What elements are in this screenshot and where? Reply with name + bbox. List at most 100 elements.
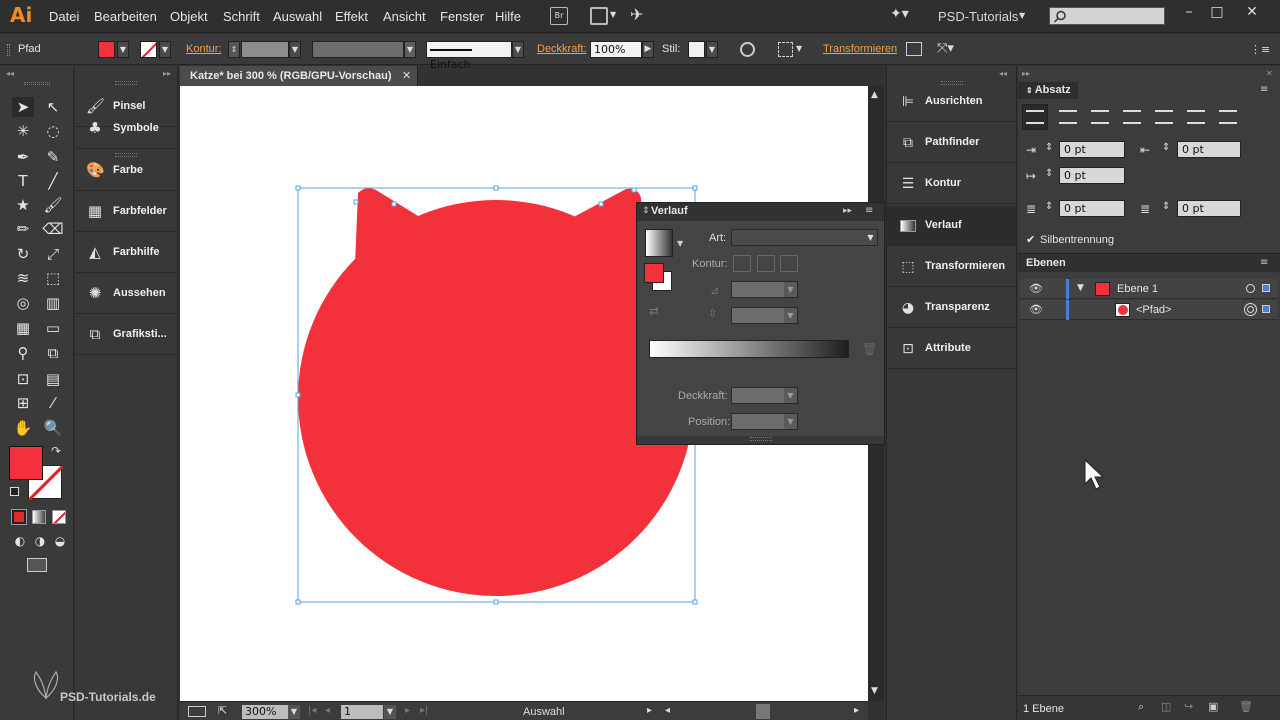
menu-hilfe[interactable]: Hilfe: [495, 9, 521, 24]
arrange-dropdown-icon[interactable]: ▼: [610, 10, 616, 19]
paintbrush-tool-icon[interactable]: 🖌: [42, 195, 64, 215]
next-artboard-icon[interactable]: ▸: [405, 705, 410, 716]
scroll-right-icon[interactable]: ▸: [854, 705, 859, 716]
indent-first-stepper[interactable]: ⇕: [1045, 168, 1053, 179]
aspect-ratio-input[interactable]: ▼: [731, 307, 798, 324]
opacity-slider-arrow-icon[interactable]: ▶: [642, 41, 654, 58]
justify-center-icon[interactable]: [1155, 110, 1173, 124]
column-graph-tool-icon[interactable]: ▤: [42, 369, 64, 389]
zoom-input[interactable]: 300%: [242, 705, 288, 719]
target-selected-icon[interactable]: [1244, 303, 1257, 316]
share-icon[interactable]: ⇱: [218, 704, 227, 717]
control-bar-grip[interactable]: [7, 44, 10, 56]
fill-dropdown-icon[interactable]: ▼: [117, 41, 129, 58]
align-center-icon[interactable]: [1059, 110, 1077, 124]
reverse-gradient-icon[interactable]: ⇄: [649, 304, 659, 318]
dock-item-kontur[interactable]: ☰ Kontur: [887, 164, 1016, 204]
gradient-slider[interactable]: [649, 340, 849, 358]
handle-top-left[interactable]: [295, 185, 301, 191]
curvature-tool-icon[interactable]: ✎: [42, 147, 64, 167]
scroll-down-icon[interactable]: ▼: [871, 686, 878, 696]
indent-right-stepper[interactable]: ⇕: [1162, 142, 1170, 153]
gradient-presets-dropdown-icon[interactable]: ▼: [677, 239, 683, 248]
menu-datei[interactable]: Datei: [49, 9, 79, 24]
maximize-icon[interactable]: □: [1208, 3, 1226, 21]
justify-left-icon[interactable]: [1123, 110, 1141, 124]
new-sublayer-icon[interactable]: ↪: [1184, 700, 1193, 713]
gradient-tool-icon[interactable]: ▭: [42, 318, 64, 338]
zoom-tool-icon[interactable]: 🔍: [42, 418, 64, 438]
bridge-icon[interactable]: Br: [550, 7, 568, 25]
dock-item-ausrichten[interactable]: ⊫ Ausrichten: [887, 82, 1016, 122]
collapse-panel-icon[interactable]: ▸▸: [843, 206, 852, 216]
handle-bottom-left[interactable]: [295, 599, 301, 605]
absatz-panel-title[interactable]: ⇕ Absatz: [1018, 82, 1078, 99]
dock-item-farbe[interactable]: 🎨 Farbe: [75, 151, 178, 191]
expand-left-dock-icon[interactable]: ▸▸: [163, 69, 171, 78]
slice-tool-icon[interactable]: ⁄: [42, 393, 64, 413]
layer-name[interactable]: Ebene 1: [1117, 283, 1158, 295]
cat-shape[interactable]: [298, 188, 694, 596]
space-before-stepper[interactable]: ⇕: [1045, 201, 1053, 212]
hyphenation-label[interactable]: Silbentrennung: [1040, 234, 1114, 246]
panel-menu-icon[interactable]: ≡: [1260, 257, 1268, 268]
scroll-up-icon[interactable]: ▲: [871, 90, 878, 100]
minimize-icon[interactable]: –: [1180, 3, 1198, 21]
eraser-tool-icon[interactable]: ⌫: [42, 219, 64, 239]
recolor-artwork-icon[interactable]: [740, 42, 755, 57]
expand-right-dock-icon[interactable]: ◂◂: [999, 69, 1007, 78]
arrange-documents-icon[interactable]: [590, 7, 608, 25]
stroke-weight-dropdown-icon[interactable]: ▼: [289, 41, 301, 58]
menu-objekt[interactable]: Objekt: [170, 9, 208, 24]
brush-definition-field[interactable]: Einfach: [426, 41, 512, 71]
workspace-switcher-icon[interactable]: ✦▾: [890, 6, 909, 22]
document-tab[interactable]: Katze* bei 300 % (RGB/GPU-Vorschau) ✕: [180, 66, 418, 86]
stroke-within-icon[interactable]: [733, 255, 751, 272]
workspace-dropdown-icon[interactable]: ▼: [1019, 11, 1025, 20]
artboard-number-input[interactable]: 1: [341, 705, 383, 719]
control-bar-menu-icon[interactable]: ⋮≡: [1250, 43, 1270, 56]
direct-selection-tool-icon[interactable]: ↖: [42, 97, 64, 117]
dock-item-farbhilfe[interactable]: ◭ Farbhilfe: [75, 233, 178, 273]
selection-indicator[interactable]: [1262, 305, 1270, 313]
transform-options-icon[interactable]: ⤧▾: [937, 41, 954, 56]
indent-left-stepper[interactable]: ⇕: [1045, 142, 1053, 153]
blend-tool-icon[interactable]: ⧉: [42, 343, 64, 363]
kontur-link[interactable]: Kontur:: [186, 43, 221, 55]
new-layer-icon[interactable]: ▣: [1208, 700, 1218, 713]
gradient-type-select[interactable]: ▼: [731, 229, 878, 246]
shape-builder-tool-icon[interactable]: ◎: [12, 293, 34, 313]
menu-ansicht[interactable]: Ansicht: [383, 9, 426, 24]
justify-all-icon[interactable]: [1219, 110, 1237, 124]
collapse-tools-icon[interactable]: ◂◂: [6, 69, 14, 78]
default-colors-icon[interactable]: [10, 487, 19, 496]
panel-menu-icon[interactable]: ≡: [865, 205, 873, 216]
dock-item-verlauf[interactable]: Verlauf: [887, 206, 1016, 246]
status-menu-arrow-icon[interactable]: ▸: [647, 705, 652, 716]
hand-tool-icon[interactable]: ✋: [12, 418, 34, 438]
free-transform-tool-icon[interactable]: ⬚: [42, 268, 64, 288]
align-right-icon[interactable]: [1091, 110, 1109, 124]
last-artboard-icon[interactable]: ▸|: [420, 705, 428, 716]
fill-color-box[interactable]: [9, 446, 43, 480]
delete-layer-icon[interactable]: 🗑: [1239, 700, 1253, 713]
cat-ears[interactable]: [355, 188, 645, 264]
justify-right-icon[interactable]: [1187, 110, 1205, 124]
none-mode-icon[interactable]: [52, 510, 66, 524]
dock-item-transparenz[interactable]: ◕ Transparenz: [887, 288, 1016, 328]
selection-indicator[interactable]: [1262, 284, 1270, 292]
hyphenation-checkbox-icon[interactable]: ✔: [1026, 233, 1035, 246]
align-to-dropdown-icon[interactable]: ▼: [796, 44, 802, 53]
magic-wand-tool-icon[interactable]: ✳: [12, 121, 34, 141]
stroke-dropdown-icon[interactable]: ▼: [159, 41, 171, 58]
artboard-navigator-icon[interactable]: [188, 706, 206, 717]
space-after-input[interactable]: 0 pt: [1177, 200, 1241, 217]
width-tool-icon[interactable]: ≋: [12, 268, 34, 288]
visibility-eye-icon[interactable]: 👁: [1029, 303, 1043, 316]
angle-input[interactable]: ▼: [731, 281, 798, 298]
dock-grip[interactable]: [115, 81, 137, 85]
graphic-style-dropdown-icon[interactable]: ▼: [706, 41, 718, 58]
menu-auswahl[interactable]: Auswahl: [273, 9, 322, 24]
tools-grip[interactable]: [24, 82, 50, 85]
deckkraft-link[interactable]: Deckkraft:: [537, 43, 587, 55]
